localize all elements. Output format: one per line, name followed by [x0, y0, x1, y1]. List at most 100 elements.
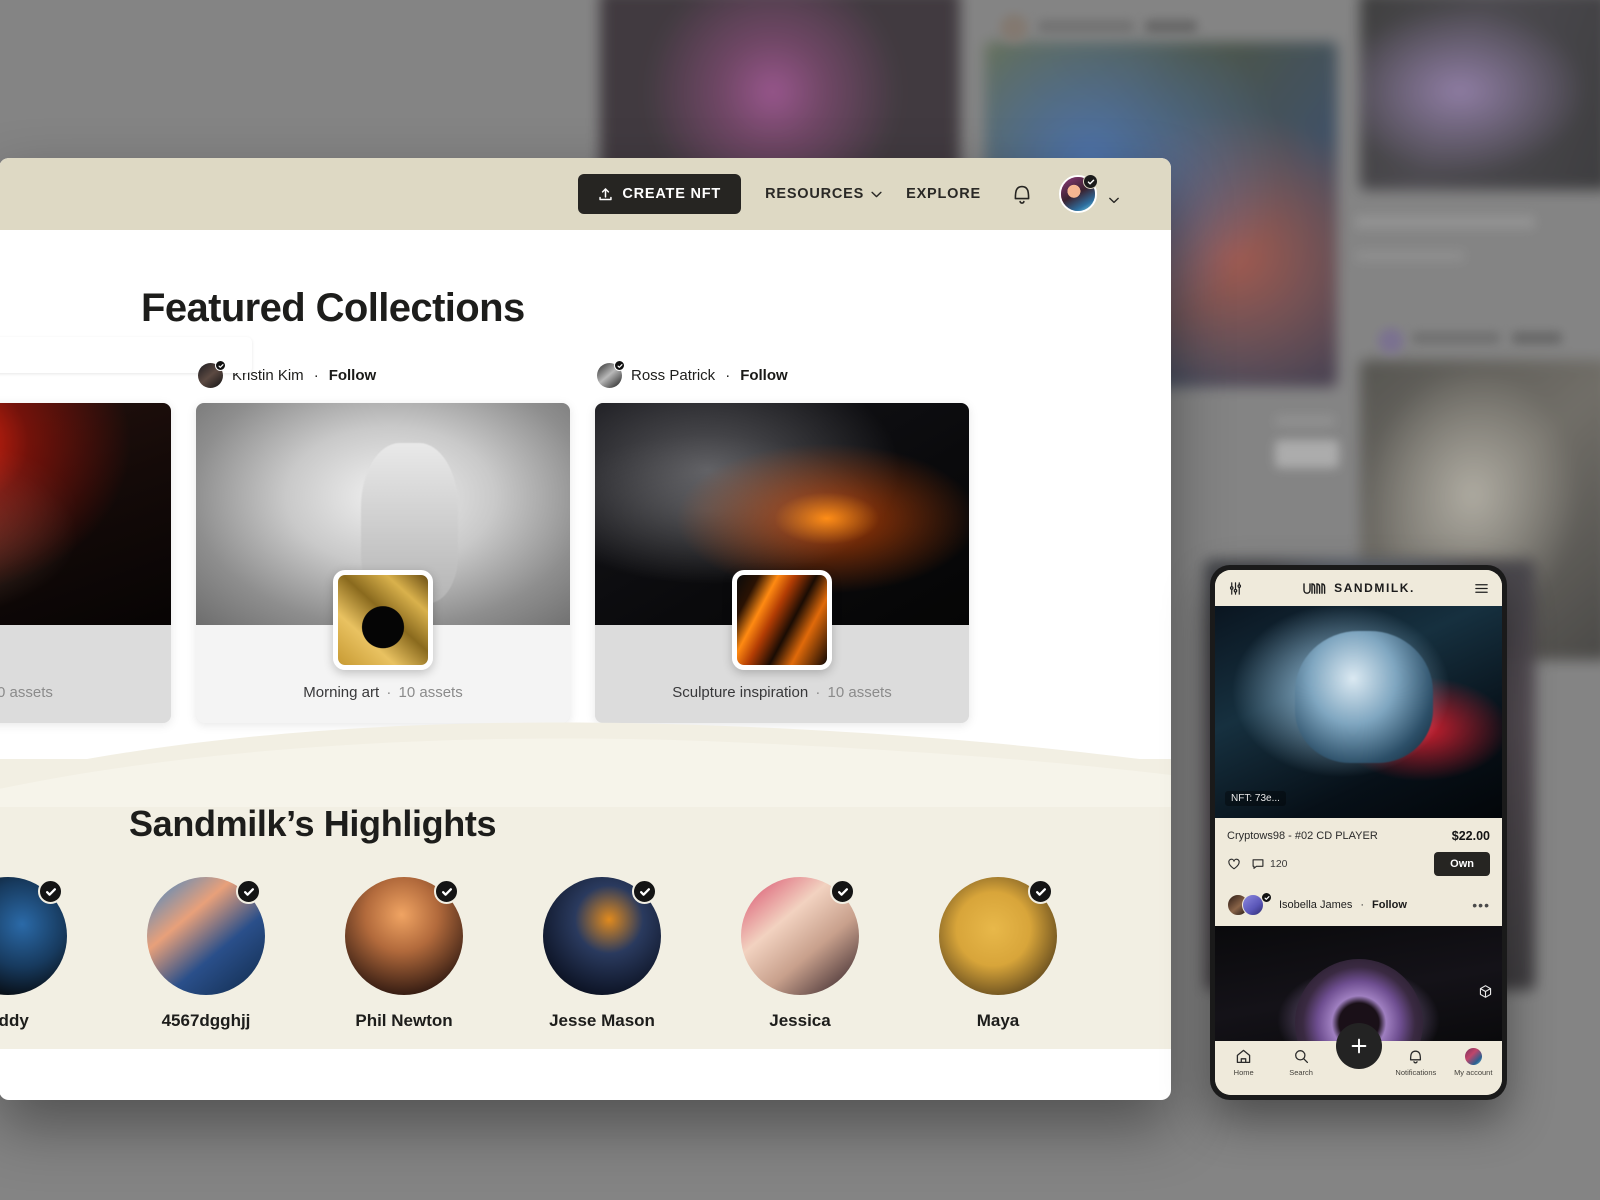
collection-asset-count: 10 assets — [827, 684, 892, 701]
person-avatar[interactable] — [0, 877, 67, 995]
account-avatar-icon — [1464, 1048, 1482, 1065]
search-icon — [1293, 1048, 1310, 1065]
collection-thumbnail[interactable] — [732, 570, 832, 670]
mobile-nav-notifications-label: Notifications — [1395, 1068, 1437, 1077]
mobile-nav-search[interactable]: Search — [1275, 1048, 1327, 1077]
author-avatar[interactable] — [597, 360, 625, 388]
highlight-person[interactable]: Eddy — [0, 877, 85, 1031]
follow-button[interactable]: Follow — [740, 367, 788, 384]
highlight-person[interactable]: 4567dgghjj — [129, 877, 283, 1031]
collection-meta: Morning art · 10 assets — [303, 684, 463, 701]
highlight-person[interactable]: Maya — [921, 877, 1075, 1031]
person-name: Maya — [976, 1011, 1020, 1030]
separator: · — [725, 367, 731, 384]
highlights-title: Sandmilk’s Highlights — [129, 803, 497, 844]
collection-body: Morning art · 10 assets — [196, 403, 570, 723]
verified-badge-icon — [434, 879, 459, 904]
mobile-header: SANDMILK. — [1215, 570, 1502, 606]
collection-asset-count: 10 assets — [0, 684, 53, 701]
nav-explore[interactable]: EXPLORE — [906, 186, 981, 202]
nav-resources[interactable]: RESOURCES — [765, 186, 882, 202]
collection-footer: My hero · 10 assets — [0, 625, 171, 723]
mobile-screen: SANDMILK. NFT: 73e... Cryptows98 - #02 C… — [1215, 570, 1502, 1095]
person-name: Eddy — [0, 1011, 29, 1030]
nav-resources-label: RESOURCES — [765, 186, 865, 202]
author-avatar-stack[interactable] — [1227, 892, 1272, 916]
verified-badge-icon — [236, 879, 261, 904]
person-name: Jesse Mason — [549, 1011, 655, 1030]
user-avatar[interactable] — [1059, 174, 1098, 213]
mobile-nav-search-label: Search — [1289, 1068, 1313, 1077]
collection-card[interactable]: Kristin Kim · Follow Morning art · 10 as… — [196, 360, 570, 723]
person-avatar[interactable] — [543, 877, 661, 995]
mobile-brand-name: SANDMILK. — [1334, 581, 1415, 595]
person-avatar[interactable] — [939, 877, 1057, 995]
collection-footer: Sculpture inspiration · 10 assets — [595, 570, 969, 723]
nft-stats: 120 — [1227, 857, 1288, 871]
verified-badge-icon — [215, 360, 226, 371]
author-avatar[interactable] — [198, 360, 226, 388]
collection-thumbnail[interactable] — [333, 570, 433, 670]
collection-asset-count: 10 assets — [398, 684, 463, 701]
highlight-person[interactable]: Jesse Mason — [525, 877, 679, 1031]
highlight-person[interactable]: Jessica — [723, 877, 877, 1031]
collection-name: Morning art — [303, 684, 380, 701]
author-name: Ross Patrick — [631, 367, 716, 384]
nft-id-tag: NFT: 73e... — [1225, 791, 1286, 806]
nft-title-row: Cryptows98 - #02 CD PLAYER $22.00 — [1227, 829, 1490, 843]
collection-card[interactable]: ert Barton · Follow My hero · 10 assets — [0, 363, 171, 723]
account-menu-chevron-icon[interactable] — [1109, 191, 1119, 203]
follow-button[interactable]: Follow — [329, 367, 377, 384]
mobile-brand: SANDMILK. — [1302, 581, 1415, 595]
page-title: Featured Collections — [141, 286, 525, 330]
mobile-nav-account[interactable]: My account — [1447, 1048, 1499, 1077]
comment-count: 120 — [1270, 858, 1288, 870]
collection-name: Sculpture inspiration — [672, 684, 809, 701]
cube-icon[interactable] — [1478, 984, 1493, 999]
bell-icon — [1011, 182, 1033, 206]
desktop-window: CREATE NFT RESOURCES EXPLORE Featured Co… — [0, 158, 1171, 1100]
collection-cover-image — [0, 403, 171, 625]
collection-meta: Sculpture inspiration · 10 assets — [672, 684, 892, 701]
mobile-mockup: SANDMILK. NFT: 73e... Cryptows98 - #02 C… — [1210, 565, 1507, 1100]
person-name: Phil Newton — [355, 1011, 453, 1030]
sliders-icon[interactable] — [1228, 581, 1243, 596]
notifications-button[interactable] — [1011, 182, 1033, 206]
person-avatar[interactable] — [147, 877, 265, 995]
home-icon — [1235, 1048, 1252, 1065]
highlight-person[interactable]: Phil Newton — [327, 877, 481, 1031]
separator: · — [1360, 899, 1365, 911]
follow-button[interactable]: Follow — [1372, 899, 1407, 911]
sandmilk-logo-icon — [1302, 582, 1328, 595]
hamburger-menu-icon[interactable] — [1474, 581, 1489, 596]
bell-icon — [1407, 1048, 1424, 1065]
mobile-nav-home[interactable]: Home — [1218, 1048, 1270, 1077]
mobile-nav-notifications[interactable]: Notifications — [1390, 1048, 1442, 1077]
like-button[interactable] — [1227, 857, 1241, 871]
plus-icon — [1349, 1036, 1369, 1056]
person-name: Jessica — [769, 1011, 831, 1030]
collection-author: Ross Patrick · Follow — [595, 360, 969, 388]
person-avatar[interactable] — [345, 877, 463, 995]
highlights-people-row: Eddy 4567dgghjj Phil Newto — [0, 845, 1171, 1031]
person-avatar[interactable] — [741, 877, 859, 995]
comment-button[interactable]: 120 — [1251, 857, 1288, 871]
heart-icon — [1227, 857, 1241, 871]
more-dots-icon[interactable]: ••• — [1472, 897, 1490, 913]
upload-icon — [598, 187, 613, 202]
verified-badge-icon — [1083, 174, 1098, 189]
mobile-create-button[interactable] — [1335, 1023, 1382, 1069]
collection-body: Sculpture inspiration · 10 assets — [595, 403, 969, 723]
author-name: Isobella James — [1279, 899, 1353, 911]
create-nft-label: CREATE NFT — [622, 186, 722, 202]
nav-explore-label: EXPLORE — [906, 186, 981, 202]
person-name: 4567dgghjj — [161, 1011, 251, 1030]
mobile-nft-image[interactable]: NFT: 73e... — [1215, 606, 1502, 818]
collection-card[interactable]: Ross Patrick · Follow Sculpture inspirat… — [595, 360, 969, 723]
comment-icon — [1251, 857, 1265, 871]
highlights-section: Sandmilk’s Highlights Eddy 4 — [0, 722, 1171, 1049]
top-navigation-bar: CREATE NFT RESOURCES EXPLORE — [0, 158, 1171, 230]
verified-badge-icon — [1028, 879, 1053, 904]
create-nft-button[interactable]: CREATE NFT — [578, 174, 742, 214]
own-button[interactable]: Own — [1434, 852, 1490, 876]
